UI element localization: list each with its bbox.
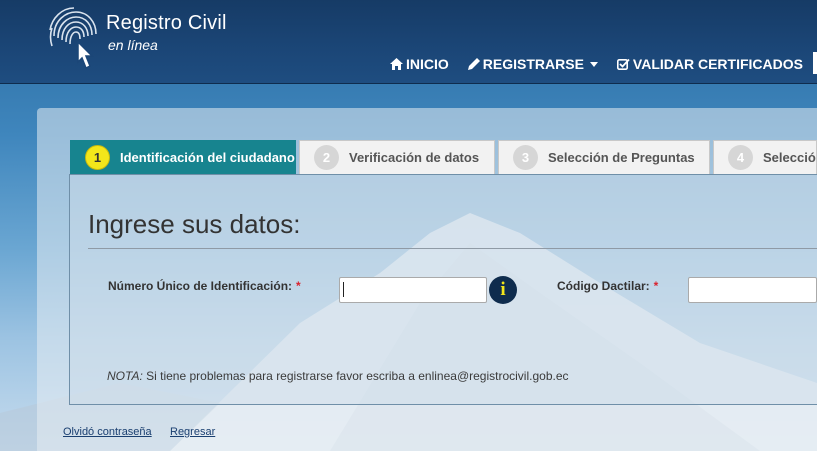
id-number-input[interactable] [339, 277, 487, 303]
forgot-password-link[interactable]: Olvidó contraseña [63, 426, 152, 438]
nav-item-label: VALIDAR CERTIFICADOS [632, 56, 803, 72]
tab-seleccion-preguntas[interactable]: 3 Selección de Preguntas [498, 140, 710, 174]
info-icon: i [500, 279, 506, 300]
help-note: NOTA: Si tiene problemas para registrars… [107, 369, 569, 383]
wizard-tabs: 1 Identificación del ciudadano 2 Verific… [70, 140, 817, 174]
step-badge: 4 [728, 145, 753, 170]
tab-identificacion[interactable]: 1 Identificación del ciudadano [70, 140, 296, 174]
tab-label: Selecció [763, 150, 816, 165]
tab-label: Identificación del ciudadano [120, 150, 295, 165]
form-title: Ingrese sus datos: [88, 209, 301, 239]
nav-item-validar-certificados[interactable]: VALIDAR CERTIFICADOS [616, 56, 803, 72]
tab-step-4[interactable]: 4 Selecció [713, 140, 817, 174]
check-square-icon [616, 58, 630, 70]
note-prefix: NOTA: [107, 369, 143, 383]
main-nav: INICIO REGISTRARSE VALIDAR CERTIFICADOS [390, 54, 817, 74]
fingerprint-code-input[interactable] [688, 277, 817, 303]
tab-verificacion[interactable]: 2 Verificación de datos [299, 140, 495, 174]
top-header: Registro Civil en línea INICIO REGISTRAR… [0, 0, 817, 84]
tab-label: Selección de Preguntas [548, 150, 695, 165]
required-mark: * [296, 279, 301, 293]
required-mark: * [653, 279, 659, 293]
info-button[interactable]: i [489, 276, 517, 304]
back-link[interactable]: Regresar [170, 426, 215, 438]
nav-item-label: INICIO [406, 56, 449, 72]
note-text: Si tiene problemas para registrarse favo… [142, 369, 569, 383]
nav-item-registrarse[interactable]: REGISTRARSE [467, 56, 598, 72]
fingerprint-code-label: Código Dactilar: * [557, 279, 659, 293]
step-badge: 2 [314, 145, 339, 170]
brand-subtitle: en línea [108, 37, 158, 53]
nav-item-inicio[interactable]: INICIO [390, 56, 449, 72]
text-cursor [343, 282, 344, 297]
id-number-label: Número Único de Identificación: * [108, 279, 301, 293]
nav-overflow-edge [813, 52, 817, 74]
pencil-icon [467, 58, 480, 70]
tab-label: Verificación de datos [349, 150, 480, 165]
step-badge: 3 [513, 145, 538, 170]
chevron-down-icon [589, 61, 598, 67]
fingerprint-hand-icon[interactable] [44, 6, 104, 72]
step-badge: 1 [85, 145, 110, 170]
divider [88, 248, 817, 249]
nav-item-label: REGISTRARSE [482, 56, 584, 72]
home-icon [390, 58, 403, 70]
brand-title: Registro Civil [106, 12, 227, 34]
